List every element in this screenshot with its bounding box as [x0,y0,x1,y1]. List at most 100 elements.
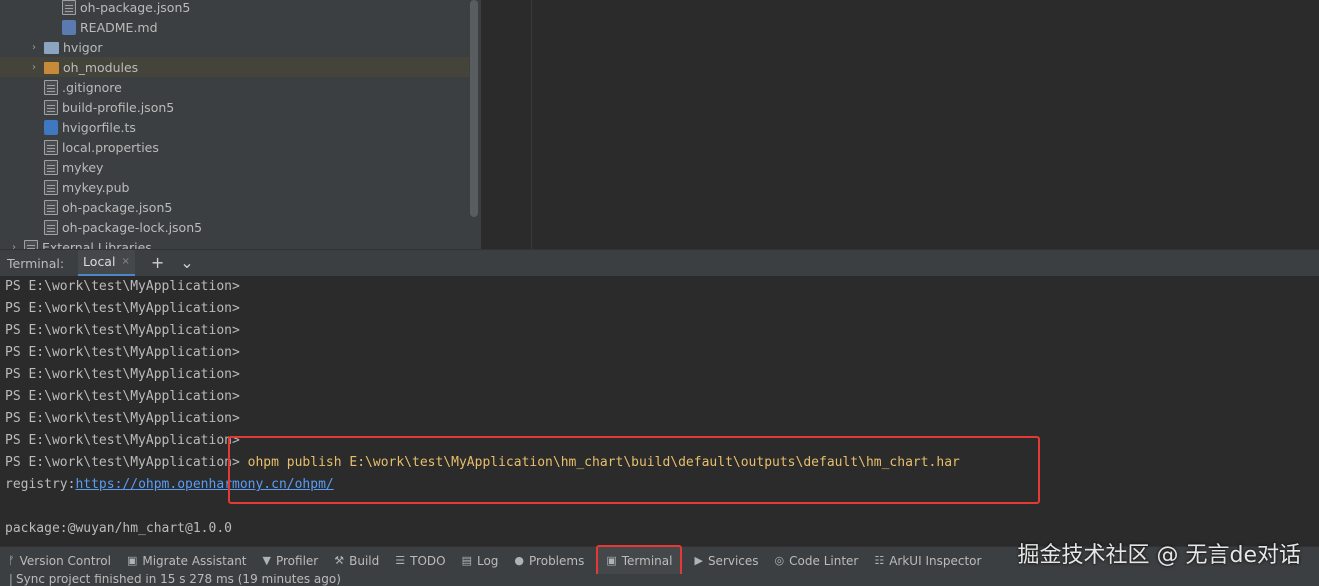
code-linter-icon: ◎ [774,554,785,567]
tree-item-label: oh-package.json5 [62,199,173,215]
tree-item-label: oh_modules [63,59,139,75]
problems-icon: ● [514,554,525,567]
toolwindow-label: Build [349,553,380,568]
chevron-down-icon[interactable]: ⌄ [180,255,193,271]
terminal-line: PS E:\work\test\MyApplication> [5,301,240,316]
migrate-icon: ▣ [126,554,138,567]
toolwindow-label: Log [476,553,499,568]
toolwindow-log-button[interactable]: ▤ Log [454,547,507,575]
tree-item[interactable]: mykey [0,157,469,177]
toolwindow-label: Migrate Assistant [142,553,247,568]
tree-item-label: mykey.pub [62,179,130,195]
tree-item[interactable]: › hvigor [0,37,469,57]
toolwindow-label: Terminal [621,553,673,568]
markdown-file-icon [62,19,76,35]
watermark: 掘金技术社区 @ 无言de对话 [1017,543,1302,568]
editor-area[interactable] [481,0,1319,249]
typescript-file-icon [44,119,58,135]
json-file-icon [62,0,76,15]
terminal-line: PS E:\work\test\MyApplication> [5,345,240,360]
file-icon [44,79,58,95]
tab-local-label: Local [83,254,116,269]
toolwindow-terminal-button[interactable]: ▣ Terminal [596,544,683,577]
toolwindow-todo-button[interactable]: ☰ TODO [387,547,453,575]
library-icon [24,239,38,249]
tree-scrollbar[interactable] [470,0,478,217]
toolwindow-problems-button[interactable]: ● Problems [506,547,592,575]
tree-item[interactable]: › External Libraries [0,237,469,249]
tree-item[interactable]: local.properties [0,137,469,157]
tab-local[interactable]: Local × [78,249,135,277]
toolwindow-arkui-inspector-button[interactable]: ☷ ArkUI Inspector [866,547,989,575]
tree-item[interactable]: oh-package-lock.json5 [0,217,469,237]
toolwindow-label: ArkUI Inspector [889,553,982,568]
tree-item[interactable]: .gitignore [0,77,469,97]
toolwindow-version-control-button[interactable]: ᚠ Version Control [0,547,119,575]
toolwindow-label: Version Control [19,553,111,568]
tree-item[interactable]: oh-package.json5 [0,0,469,17]
terminal-line: PS E:\work\test\MyApplication> [5,279,240,294]
tree-item[interactable]: › oh_modules [0,57,469,77]
services-icon: ▶ [694,554,703,567]
json-file-icon [44,219,58,235]
toolwindow-code-linter-button[interactable]: ◎ Code Linter [767,547,867,575]
arkui-inspector-icon: ☷ [874,554,885,567]
chevron-right-icon[interactable]: › [28,42,40,53]
terminal-line: PS E:\work\test\MyApplication> [5,389,240,404]
chevron-right-icon[interactable]: › [8,242,20,250]
toolwindow-build-button[interactable]: ⚒ Build [326,547,387,575]
toolwindow-migrate-assistant-button[interactable]: ▣ Migrate Assistant [119,547,255,575]
file-icon [44,179,58,195]
terminal-output[interactable]: PS E:\work\test\MyApplication> PS E:\wor… [0,276,1319,546]
profiler-icon: ▼ [262,554,271,567]
build-icon: ⚒ [334,554,345,567]
tree-item-label: build-profile.json5 [62,99,175,115]
tree-item[interactable]: oh-package.json5 [0,197,469,217]
file-icon [44,159,58,175]
json-file-icon [44,99,58,115]
toolwindow-label: Services [707,553,759,568]
toolwindow-label: Code Linter [789,553,859,568]
tree-item-label: oh-package-lock.json5 [62,219,203,235]
folder-icon [44,42,59,54]
terminal-icon: ▣ [606,554,617,567]
terminal-line: PS E:\work\test\MyApplication> [5,367,240,382]
terminal-line: PS E:\work\test\MyApplication> [5,411,240,426]
toolwindow-profiler-button[interactable]: ▼ Profiler [255,547,327,575]
tree-item-label: .gitignore [62,79,122,95]
chevron-right-icon[interactable]: › [28,62,40,73]
toolwindow-label: Problems [529,553,585,568]
tree-item-label: oh-package.json5 [80,0,191,15]
tree-item-label: mykey [62,159,104,175]
terminal-title: Terminal: [7,255,65,271]
project-tree: oh-package.json5 README.md › hvigor › oh_modu… [0,0,481,249]
tree-item-label: README.md [80,19,158,35]
version-control-icon: ᚠ [8,554,15,567]
toolwindow-label: TODO [410,553,446,568]
status-bar: ▕ Sync project finished in 15 s 278 ms (… [0,574,1319,586]
toolwindow-label: Profiler [275,553,319,568]
json-file-icon [44,199,58,215]
editor-gutter [531,0,532,249]
properties-file-icon [44,139,58,155]
add-terminal-icon[interactable]: + [151,255,164,271]
terminal-header: Terminal: Local × + ⌄ [0,249,1319,277]
tree-item[interactable]: build-profile.json5 [0,97,469,117]
tree-item[interactable]: mykey.pub [0,177,469,197]
status-icon: ▕ [2,574,12,586]
tree-item[interactable]: hvigorfile.ts [0,117,469,137]
tree-item-label: hvigor [63,39,103,55]
folder-icon [44,62,59,74]
tree-item-label: hvigorfile.ts [62,119,136,135]
terminal-package-line: package:@wuyan/hm_chart@1.0.0 [5,521,232,536]
terminal-line: PS E:\work\test\MyApplication> [5,433,240,448]
log-icon: ▤ [461,554,472,567]
todo-icon: ☰ [395,554,406,567]
highlight-box [228,436,1040,504]
toolwindow-services-button[interactable]: ▶ Services [686,547,766,575]
tree-item-label: External Libraries [42,239,152,250]
tree-item-label: local.properties [62,139,159,155]
close-icon[interactable]: × [121,256,129,267]
tree-item[interactable]: README.md [0,17,469,37]
terminal-line: PS E:\work\test\MyApplication> [5,323,240,338]
